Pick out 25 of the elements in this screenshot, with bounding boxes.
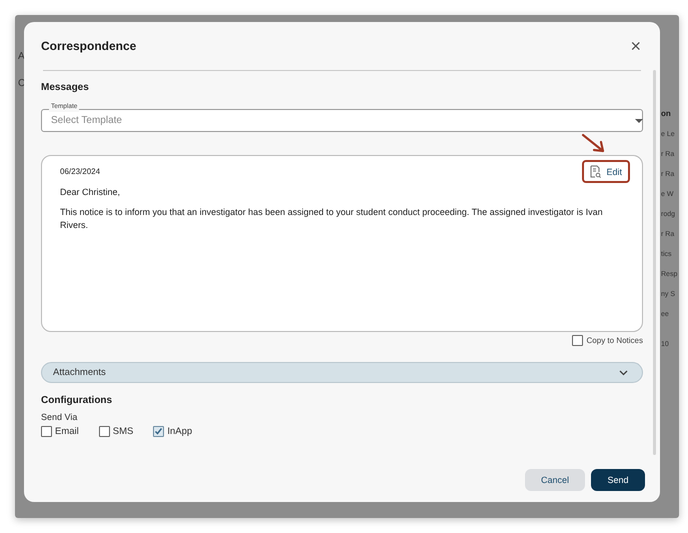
template-dropdown[interactable]: Select Template (41, 109, 643, 132)
letter-greeting: Dear Christine, (60, 187, 122, 197)
send-via-label: Send Via (41, 412, 78, 422)
letter-body: This notice is to inform you that an investigator has been assigned to your student conduct proceeding. The assigned investigator is Ivan Rivers. (60, 206, 604, 232)
channel-checkbox[interactable]: SMS (98, 426, 134, 437)
check-icon (154, 427, 164, 436)
scrollbar[interactable] (653, 70, 656, 455)
copy-checkbox[interactable]: Copy to Notices (572, 335, 643, 346)
chevron-down-icon (619, 370, 628, 376)
document-search-icon (590, 165, 602, 178)
dropdown-caret-icon (635, 119, 643, 123)
cancel-button[interactable]: Cancel (525, 469, 585, 491)
channel-checkbox[interactable]: Email (41, 426, 79, 437)
send-button[interactable]: Send (591, 469, 645, 491)
annotation-arrow (581, 133, 607, 155)
letter-date: 06/23/2024 (60, 167, 100, 176)
section-heading: Messages (41, 82, 90, 93)
edit-button[interactable]: Edit (582, 160, 630, 183)
background-text: A (18, 51, 26, 62)
attachments-accordion[interactable]: Attachments (41, 362, 643, 383)
dialog-title: Correspondence (41, 39, 136, 53)
channel-checkbox[interactable]: InApp (153, 426, 192, 437)
close-button[interactable]: × (628, 37, 643, 55)
section-heading: Configurations (41, 395, 114, 406)
column-header: on (661, 109, 672, 118)
